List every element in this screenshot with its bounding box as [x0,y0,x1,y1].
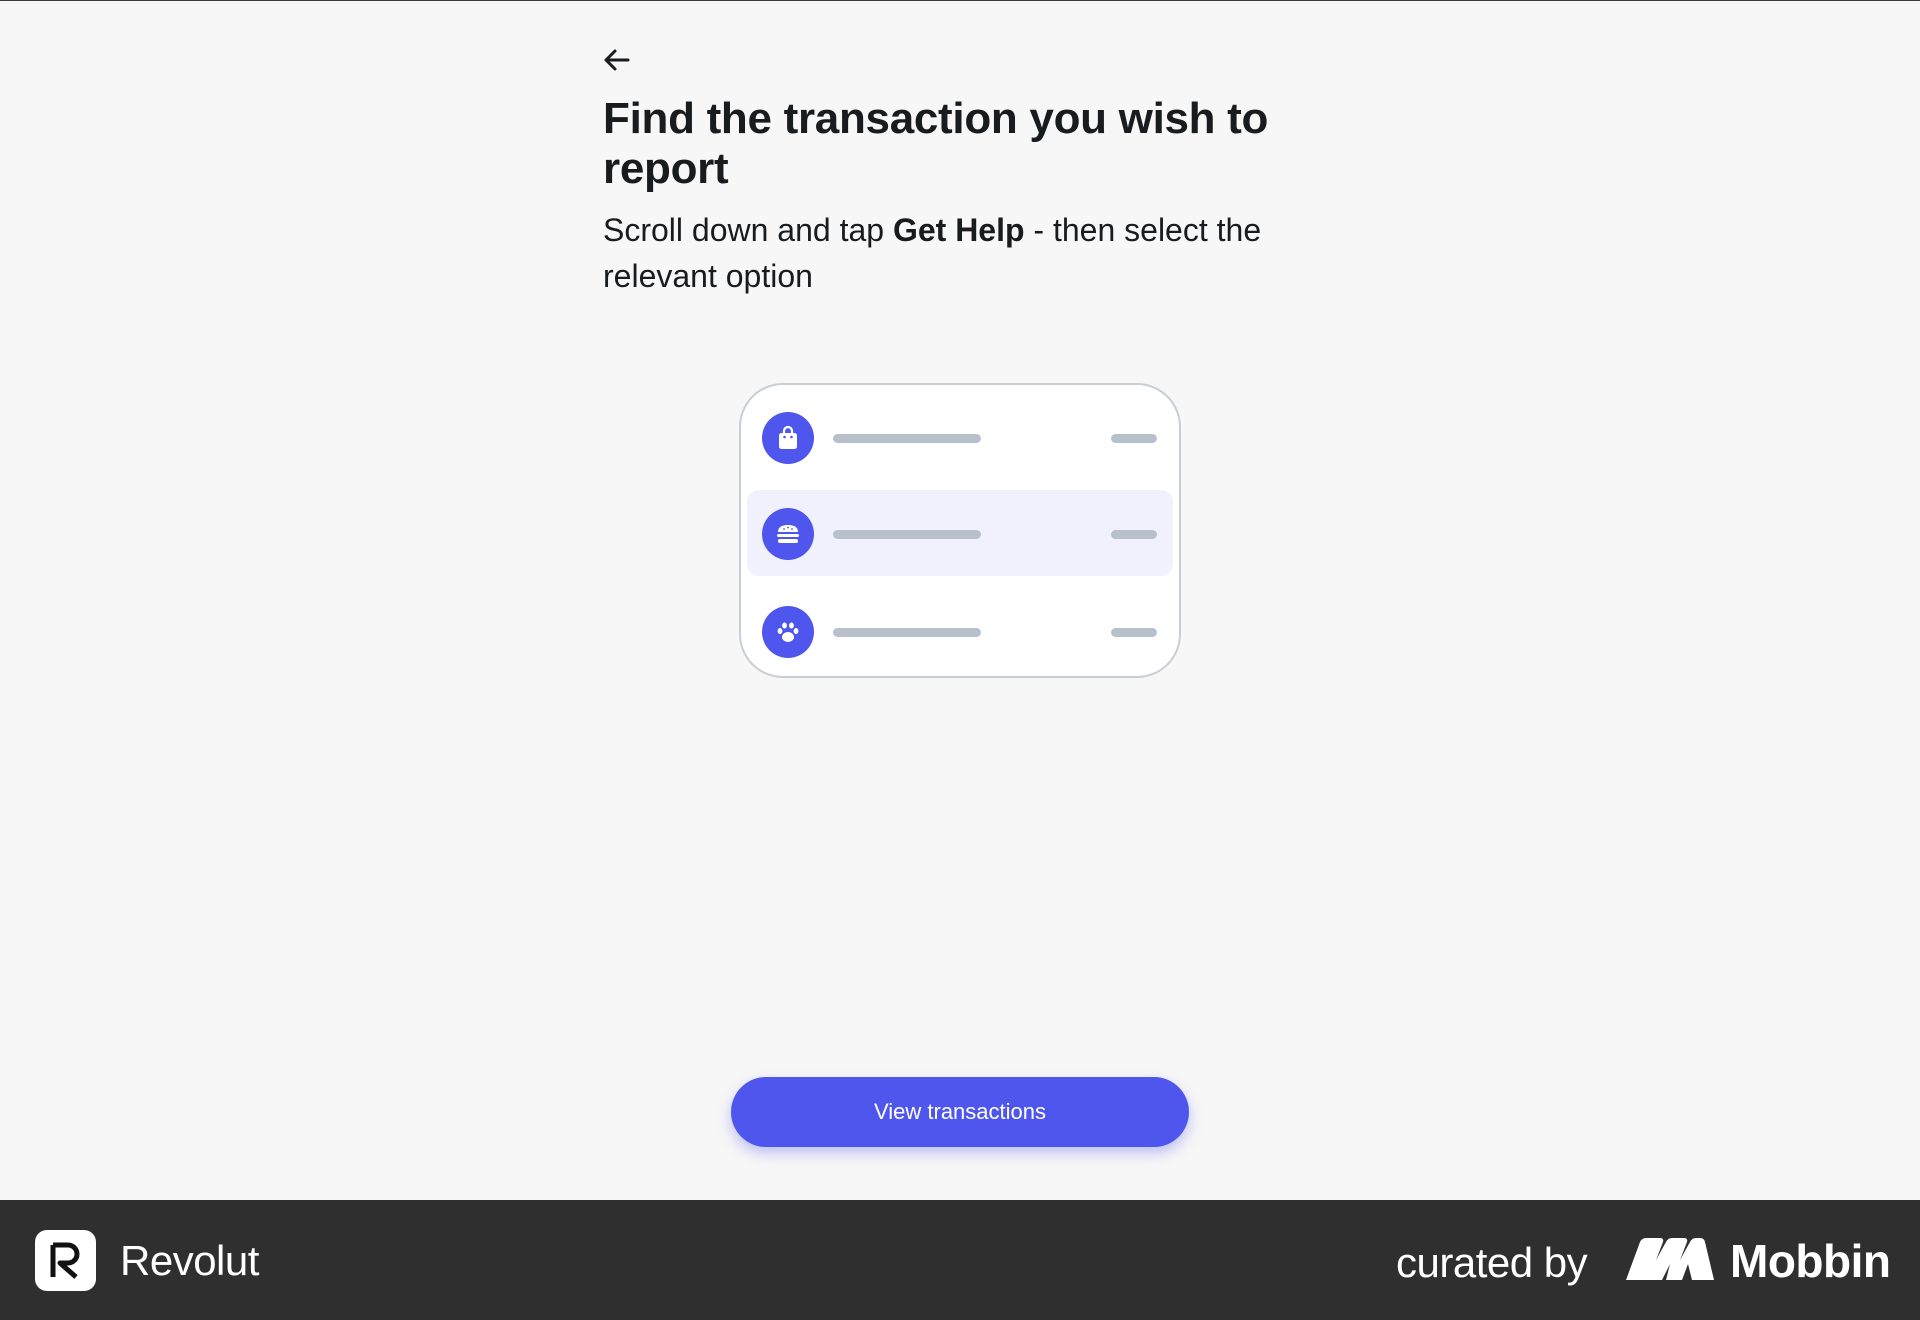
burger-icon [777,525,799,543]
paw-icon [777,622,799,642]
placeholder-amount-bar [1111,628,1157,637]
revolut-logo [35,1230,96,1291]
placeholder-amount-bar [1111,530,1157,539]
illustration-row-pets [747,588,1173,674]
placeholder-amount-bar [1111,434,1157,443]
transactions-illustration [739,383,1181,678]
shopping-bag-icon [779,425,797,449]
curator-name: Mobbin [1730,1235,1891,1287]
report-transaction-screen: Find the transaction you wish to report … [0,0,1920,1200]
get-help-emphasis: Get Help [892,212,1025,248]
view-transactions-button[interactable]: View transactions [731,1077,1189,1147]
placeholder-text-bar [833,628,981,637]
footer-bar: Revolut curated by Mobbin [0,1200,1920,1320]
back-button[interactable] [596,40,636,80]
placeholder-text-bar [833,434,981,443]
arrow-left-icon [604,49,630,71]
illustration-row-food-highlighted [747,490,1173,576]
revolut-r-icon [50,1242,79,1279]
page-title: Find the transaction you wish to report [603,94,1269,193]
subtitle-text-start: Scroll down and tap [603,212,893,248]
placeholder-text-bar [833,530,981,539]
curated-by-label: curated by [1396,1239,1588,1286]
illustration-row-shopping [747,394,1173,480]
mobbin-logo-icon [1626,1238,1714,1280]
page-subtitle: Scroll down and tap Get Help - then sele… [603,207,1363,299]
app-name: Revolut [120,1237,259,1284]
